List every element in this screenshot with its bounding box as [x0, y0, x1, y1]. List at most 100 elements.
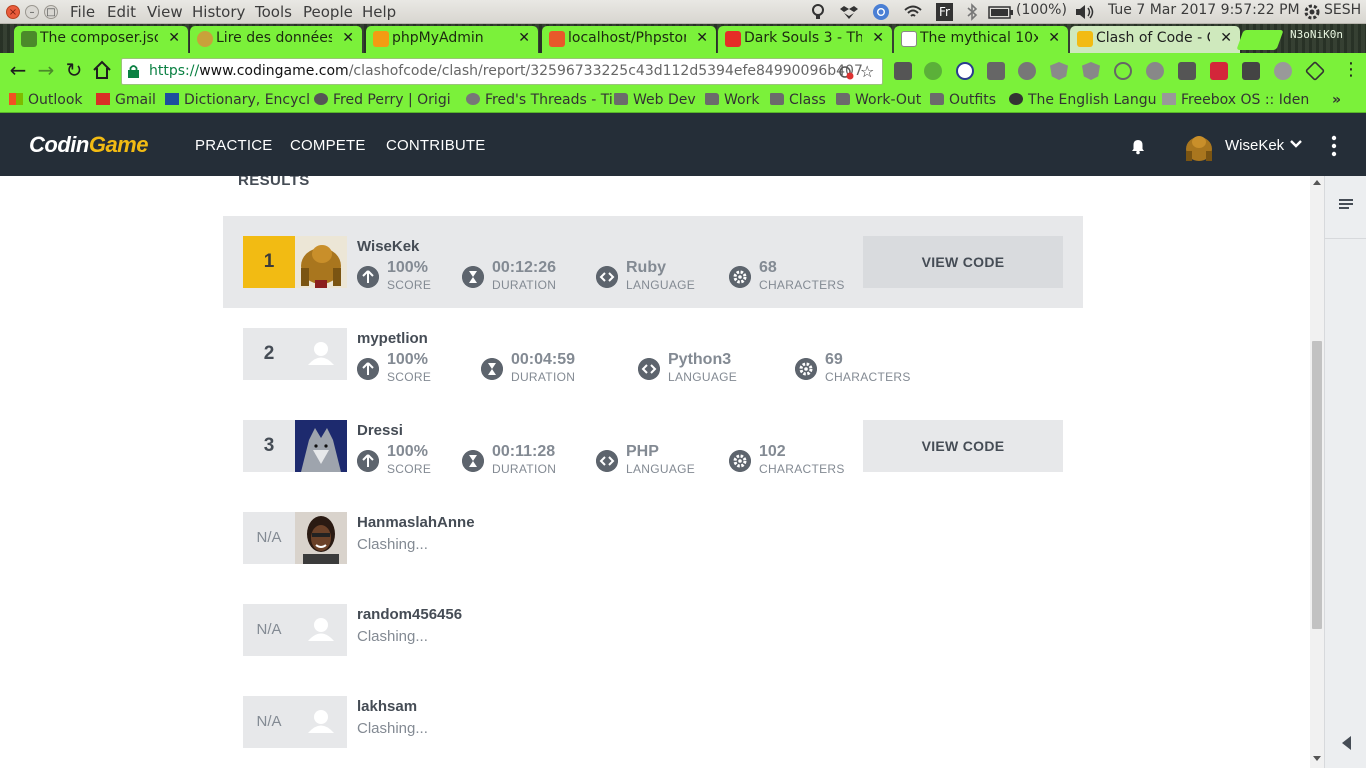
view-code-button[interactable]: VIEW CODE — [863, 420, 1063, 472]
lock-icon[interactable] — [128, 64, 139, 78]
globe-icon[interactable] — [1146, 62, 1164, 80]
bookmark-outlook[interactable]: Outlook — [9, 92, 83, 108]
bell-icon[interactable] — [1129, 137, 1147, 155]
extension-b-icon[interactable] — [1274, 62, 1292, 80]
chrome-icon[interactable] — [872, 3, 890, 21]
default-avatar-icon[interactable] — [295, 604, 347, 656]
codingame-logo[interactable]: CodinGame — [29, 132, 148, 158]
bookmark-english-language[interactable]: The English Langu — [1009, 92, 1157, 108]
header-username[interactable]: WiseKek — [1225, 137, 1284, 154]
bookmark-folder-work[interactable]: Work — [705, 92, 759, 108]
bookmark-folder-web-dev[interactable]: Web Dev — [614, 92, 696, 108]
player-name[interactable]: Dressi — [357, 422, 403, 439]
close-icon[interactable]: ✕ — [168, 26, 180, 51]
bluetooth-icon[interactable] — [963, 3, 981, 21]
scroll-down-arrow-icon[interactable] — [1313, 756, 1321, 761]
cube-icon[interactable] — [1304, 60, 1326, 82]
extension-red-icon[interactable] — [1210, 62, 1228, 80]
extension-notifications-icon[interactable] — [894, 62, 912, 80]
session-user[interactable]: SESH — [1324, 2, 1361, 18]
reload-icon[interactable]: ↻ — [63, 59, 85, 81]
close-icon[interactable]: ✕ — [518, 26, 530, 51]
dropbox-icon[interactable] — [840, 3, 858, 21]
address-bar[interactable]: https://www.codingame.com/clashofcode/cl… — [121, 58, 883, 85]
browser-menu-icon[interactable]: ⋮ — [1340, 59, 1362, 81]
menu-lines-icon[interactable] — [1339, 199, 1353, 211]
extension-evernote-icon[interactable] — [924, 62, 942, 80]
chevron-down-icon[interactable] — [1290, 138, 1302, 150]
wifi-icon[interactable] — [904, 3, 922, 21]
menu-tools[interactable]: Tools — [255, 3, 292, 21]
shield-icon[interactable] — [1050, 62, 1068, 80]
bookmark-fred-perry[interactable]: Fred Perry | Origi — [314, 92, 451, 108]
default-avatar-icon[interactable] — [295, 696, 347, 748]
bookmark-gmail[interactable]: Gmail — [96, 92, 156, 108]
default-avatar-icon[interactable] — [295, 328, 347, 380]
menu-help[interactable]: Help — [362, 3, 396, 21]
extension-grid-icon[interactable] — [1178, 62, 1196, 80]
player-avatar[interactable] — [295, 236, 347, 288]
window-close-button[interactable]: × — [6, 5, 20, 19]
bookmark-dictionary[interactable]: Dictionary, Encycl — [165, 92, 310, 108]
scroll-up-arrow-icon[interactable] — [1313, 180, 1321, 185]
collapse-arrow-icon[interactable] — [1342, 736, 1351, 750]
bookmarks-overflow-icon[interactable]: » — [1332, 92, 1341, 108]
bookmark-folder-class[interactable]: Class — [770, 92, 826, 108]
nav-practice[interactable]: PRACTICE — [195, 137, 272, 154]
menu-file[interactable]: File — [70, 3, 95, 21]
extension-screenshot-icon[interactable] — [987, 62, 1005, 80]
page-scrollbar[interactable] — [1310, 176, 1324, 768]
close-icon[interactable]: ✕ — [1048, 26, 1060, 51]
tab-dark-souls[interactable]: Dark Souls 3 - The ✕ — [718, 26, 892, 53]
tab-lire-des-donnees[interactable]: Lire des données - ✕ — [190, 26, 362, 53]
bookmark-star-icon[interactable]: ☆ — [860, 59, 874, 84]
volume-icon[interactable] — [1074, 3, 1096, 21]
home-icon[interactable] — [91, 59, 113, 81]
battery-icon[interactable] — [988, 3, 1014, 21]
menu-people[interactable]: People — [303, 3, 353, 21]
player-name[interactable]: WiseKek — [357, 238, 419, 255]
window-minimize-button[interactable]: – — [25, 5, 39, 19]
player-name[interactable]: lakhsam — [357, 698, 417, 715]
extension-ublock-icon[interactable] — [956, 62, 974, 80]
clock[interactable]: Tue 7 Mar 2017 9:57:22 PM — [1108, 2, 1300, 18]
blocked-content-icon[interactable] — [838, 64, 854, 80]
nav-contribute[interactable]: CONTRIBUTE — [386, 137, 486, 154]
tab-phpmyadmin[interactable]: phpMyAdmin ✕ — [366, 26, 538, 53]
nav-compete[interactable]: COMPETE — [290, 137, 366, 154]
menu-view[interactable]: View — [147, 3, 183, 21]
lightbulb-icon[interactable] — [809, 3, 827, 21]
user-avatar[interactable] — [1182, 129, 1216, 163]
gear-icon[interactable] — [1303, 3, 1321, 21]
window-maximize-button[interactable]: □ — [44, 5, 58, 19]
tab-composer-json[interactable]: The composer.json ✕ — [14, 26, 188, 53]
menu-edit[interactable]: Edit — [107, 3, 136, 21]
gmail-checker-icon[interactable] — [1242, 62, 1260, 80]
new-tab-button[interactable] — [1236, 30, 1284, 50]
bookmark-folder-outfits[interactable]: Outfits — [930, 92, 996, 108]
bookmark-folder-work-out[interactable]: Work-Out — [836, 92, 921, 108]
bookmark-freds-threads[interactable]: Fred's Threads - Ti — [466, 92, 613, 108]
back-arrow-icon[interactable]: ← — [7, 59, 29, 81]
player-avatar[interactable] — [295, 512, 347, 564]
forward-arrow-icon[interactable]: → — [35, 59, 57, 81]
tab-clash-of-code[interactable]: Clash of Code - Cl ✕ — [1070, 26, 1240, 53]
profile-name[interactable]: N3oNiK0n — [1290, 28, 1343, 41]
tab-localhost-phpstorm[interactable]: localhost/Phpstorm ✕ — [542, 26, 716, 53]
disable-icon[interactable] — [1114, 62, 1132, 80]
scrollbar-thumb[interactable] — [1312, 341, 1322, 629]
view-code-button[interactable]: VIEW CODE — [863, 236, 1063, 288]
player-name[interactable]: random456456 — [357, 606, 462, 623]
input-method-indicator[interactable]: Fr — [936, 3, 953, 21]
more-options-icon[interactable] — [1328, 135, 1340, 157]
close-icon[interactable]: ✕ — [696, 26, 708, 51]
player-name[interactable]: HanmaslahAnne — [357, 514, 475, 531]
adblock-plus-icon[interactable] — [1018, 62, 1036, 80]
player-avatar[interactable] — [295, 420, 347, 472]
privacy-badger-icon[interactable] — [1082, 62, 1100, 80]
close-icon[interactable]: ✕ — [342, 26, 354, 51]
close-icon[interactable]: ✕ — [1220, 26, 1232, 51]
close-icon[interactable]: ✕ — [872, 26, 884, 51]
player-name[interactable]: mypetlion — [357, 330, 428, 347]
bookmark-freebox[interactable]: Freebox OS :: Iden — [1162, 92, 1309, 108]
